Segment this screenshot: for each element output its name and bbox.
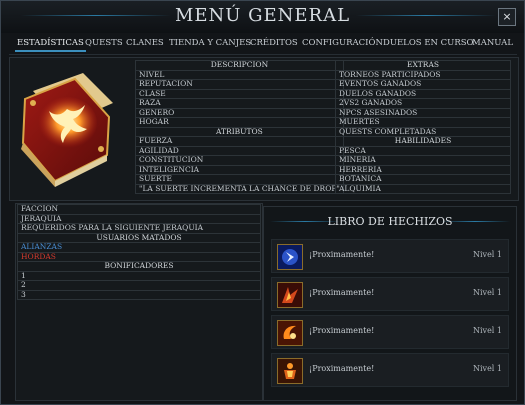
attribute-row: CONSTITUCIÓN <box>135 155 344 166</box>
spell-name: ¡Proximamente! <box>309 326 375 335</box>
stat-row: HOGAR <box>135 117 344 128</box>
attribute-row: FUERZA <box>135 136 344 147</box>
hierarchy-row: JERAQUÍA <box>17 213 261 224</box>
spell-row[interactable]: ¡Proximamente! Nivel 1 <box>271 239 509 273</box>
spell-row[interactable]: ¡Proximamente! Nivel 1 <box>271 277 509 311</box>
extras-header: EXTRAS <box>335 60 511 71</box>
attribute-row: SUERTE <box>135 174 344 185</box>
spell-row[interactable]: ¡Proximamente! Nivel 1 <box>271 353 509 387</box>
extra-row: MUERTES <box>335 117 511 128</box>
spell-level: Nivel 1 <box>472 364 502 373</box>
killed-users-header: USUARIOS MATADOS <box>17 232 261 243</box>
title-bar: MENÚ GENERAL × <box>1 1 524 33</box>
extra-row: 2VS2 GANADOS <box>335 98 511 109</box>
attribute-row: INTELIGENCIA <box>135 164 344 175</box>
skill-row: ALQUIMIA <box>335 183 511 194</box>
spell-level: Nivel 1 <box>472 250 502 259</box>
stat-row: NIVEL <box>135 69 344 80</box>
attributes-header: ATRIBUTOS <box>135 126 344 137</box>
flame-arc-icon <box>277 320 303 346</box>
description-header: DESCRIPCIÓN <box>135 60 344 71</box>
spell-level: Nivel 1 <box>472 288 502 297</box>
attribute-row: AGILIDAD <box>135 145 344 156</box>
faction-table: FACCIÓN JERAQUÍA REQUERIDOS PARA LA SIGU… <box>17 204 261 300</box>
spellbook-panel: LIBRO DE HECHIZOS ¡Proximamente! Nivel 1… <box>263 206 517 401</box>
stat-row: GÉNERO <box>135 107 344 118</box>
skill-row: MINERÍA <box>335 155 511 166</box>
tab-bar: ESTADÍSTICAS QUESTS CLANES TIENDA Y CANJ… <box>9 34 517 55</box>
skill-row: PESCA <box>335 145 511 156</box>
spellbook-title: LIBRO DE HECHIZOS <box>327 215 453 228</box>
extra-row: QUESTS COMPLETADAS <box>335 126 511 137</box>
luck-note: "LA SUERTE INCREMENTA LA CHANCE DE DROP" <box>135 183 344 194</box>
spell-name: ¡Proximamente! <box>309 364 375 373</box>
description-table: DESCRIPCIÓN NIVEL REPUTACIÓN CLASE RAZA … <box>135 60 344 194</box>
close-button[interactable]: × <box>498 8 516 26</box>
spell-level: Nivel 1 <box>472 326 502 335</box>
spell-name: ¡Proximamente! <box>309 250 375 259</box>
tab-creditos[interactable]: CRÉDITOS <box>250 38 298 48</box>
spell-row[interactable]: ¡Proximamente! Nivel 1 <box>271 315 509 349</box>
extra-row: NPCS ASESINADOS <box>335 107 511 118</box>
bonus-row: 3 <box>17 289 261 300</box>
bonuses-header: BONIFICADORES <box>17 261 261 272</box>
tab-quests[interactable]: QUESTS <box>85 38 123 48</box>
window-title: MENÚ GENERAL <box>174 5 351 26</box>
skill-row: BOTÁNICA <box>335 174 511 185</box>
tab-manual[interactable]: MANUAL <box>472 38 513 48</box>
extra-row: EVENTOS GANADOS <box>335 79 511 90</box>
skill-row: HERRERÍA <box>335 164 511 175</box>
tab-tienda-y-canjes[interactable]: TIENDA Y CANJES <box>169 38 251 48</box>
alliances-row: ALIANZAS <box>17 242 261 253</box>
general-menu-window: MENÚ GENERAL × ESTADÍSTICAS QUESTS CLANE… <box>0 0 525 405</box>
blue-rune-icon <box>277 244 303 270</box>
spellbook-icon <box>21 73 113 187</box>
tab-duelos-en-curso[interactable]: DUELOS EN CURSO <box>383 38 474 48</box>
extras-table: EXTRAS TORNEOS PARTICIPADOS EVENTOS GANA… <box>335 60 511 194</box>
fire-claw-icon <box>277 282 303 308</box>
skills-header: HABILIDADES <box>335 136 511 147</box>
hordes-row: HORDAS <box>17 251 261 262</box>
tab-estadisticas[interactable]: ESTADÍSTICAS <box>15 38 86 52</box>
bonus-row: 1 <box>17 270 261 281</box>
tab-clanes[interactable]: CLANES <box>126 38 164 48</box>
faction-row: FACCIÓN <box>17 204 261 215</box>
stat-row: CLASE <box>135 88 344 99</box>
stat-row: RAZA <box>135 98 344 109</box>
fire-golem-icon <box>277 358 303 384</box>
stat-row: REPUTACIÓN <box>135 79 344 90</box>
tab-configuracion[interactable]: CONFIGURACIÓN <box>302 38 383 48</box>
next-hierarchy-row: REQUERIDOS PARA LA SIGUIENTE JERAQUÍA <box>17 223 261 234</box>
spell-name: ¡Proximamente! <box>309 288 375 297</box>
extra-row: TORNEOS PARTICIPADOS <box>335 69 511 80</box>
extra-row: DUELOS GANADOS <box>335 88 511 99</box>
bonus-row: 2 <box>17 280 261 291</box>
